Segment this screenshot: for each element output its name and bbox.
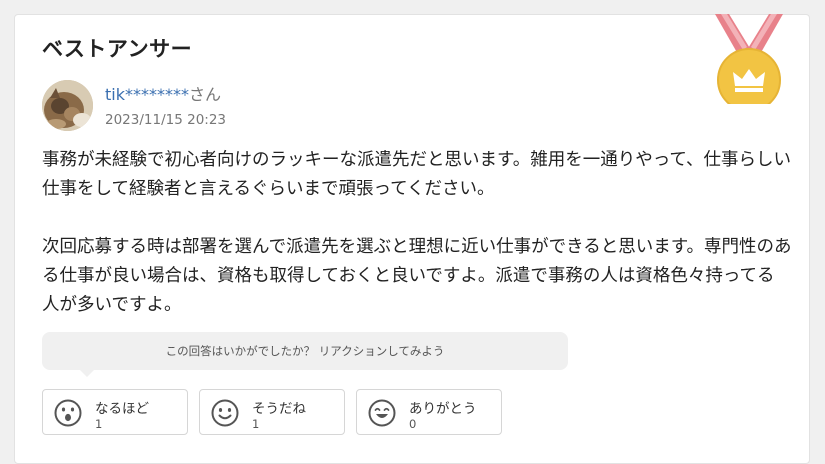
reaction-count: 0 xyxy=(409,417,417,431)
surprised-face-icon xyxy=(54,399,82,427)
reaction-prompt: この回答はいかがでしたか？ リアクションしてみよう xyxy=(42,332,568,370)
reaction-button-soudane[interactable]: そうだね 1 xyxy=(199,389,345,435)
answer-paragraph: 事務が未経験で初心者向けのラッキーな派遣先だと思います。雑用を一通りやって、仕事… xyxy=(42,150,791,199)
smile-face-icon xyxy=(211,399,239,427)
reaction-label: そうだね xyxy=(252,401,306,417)
grin-face-icon xyxy=(368,399,396,427)
section-title: ベストアンサー xyxy=(42,37,193,61)
reaction-prompt-tail xyxy=(79,369,95,377)
reaction-button-naruhodo[interactable]: なるほど 1 xyxy=(42,389,188,435)
medal-icon xyxy=(715,14,783,104)
avatar[interactable] xyxy=(42,80,93,131)
answer-author[interactable]: tik********さん xyxy=(105,81,221,105)
reaction-label: なるほど xyxy=(95,401,149,417)
username[interactable]: tik******** xyxy=(105,85,189,104)
best-answer-card: ベストアンサー tik********さん 2023/11/15 20:23 事… xyxy=(14,14,810,464)
reaction-count: 1 xyxy=(95,417,103,431)
reaction-count: 1 xyxy=(252,417,260,431)
username-suffix: さん xyxy=(188,85,221,104)
answer-date: 2023/11/15 20:23 xyxy=(105,112,227,128)
reaction-label: ありがとう xyxy=(409,401,477,417)
answer-paragraph: 次回応募する時は部署を選んで派遣先を選ぶと理想に近い仕事ができると思います。専門… xyxy=(42,237,792,315)
answer-body: 事務が未経験で初心者向けのラッキーな派遣先だと思います。雑用を一通りやって、仕事… xyxy=(42,146,792,320)
reaction-button-arigatou[interactable]: ありがとう 0 xyxy=(356,389,502,435)
